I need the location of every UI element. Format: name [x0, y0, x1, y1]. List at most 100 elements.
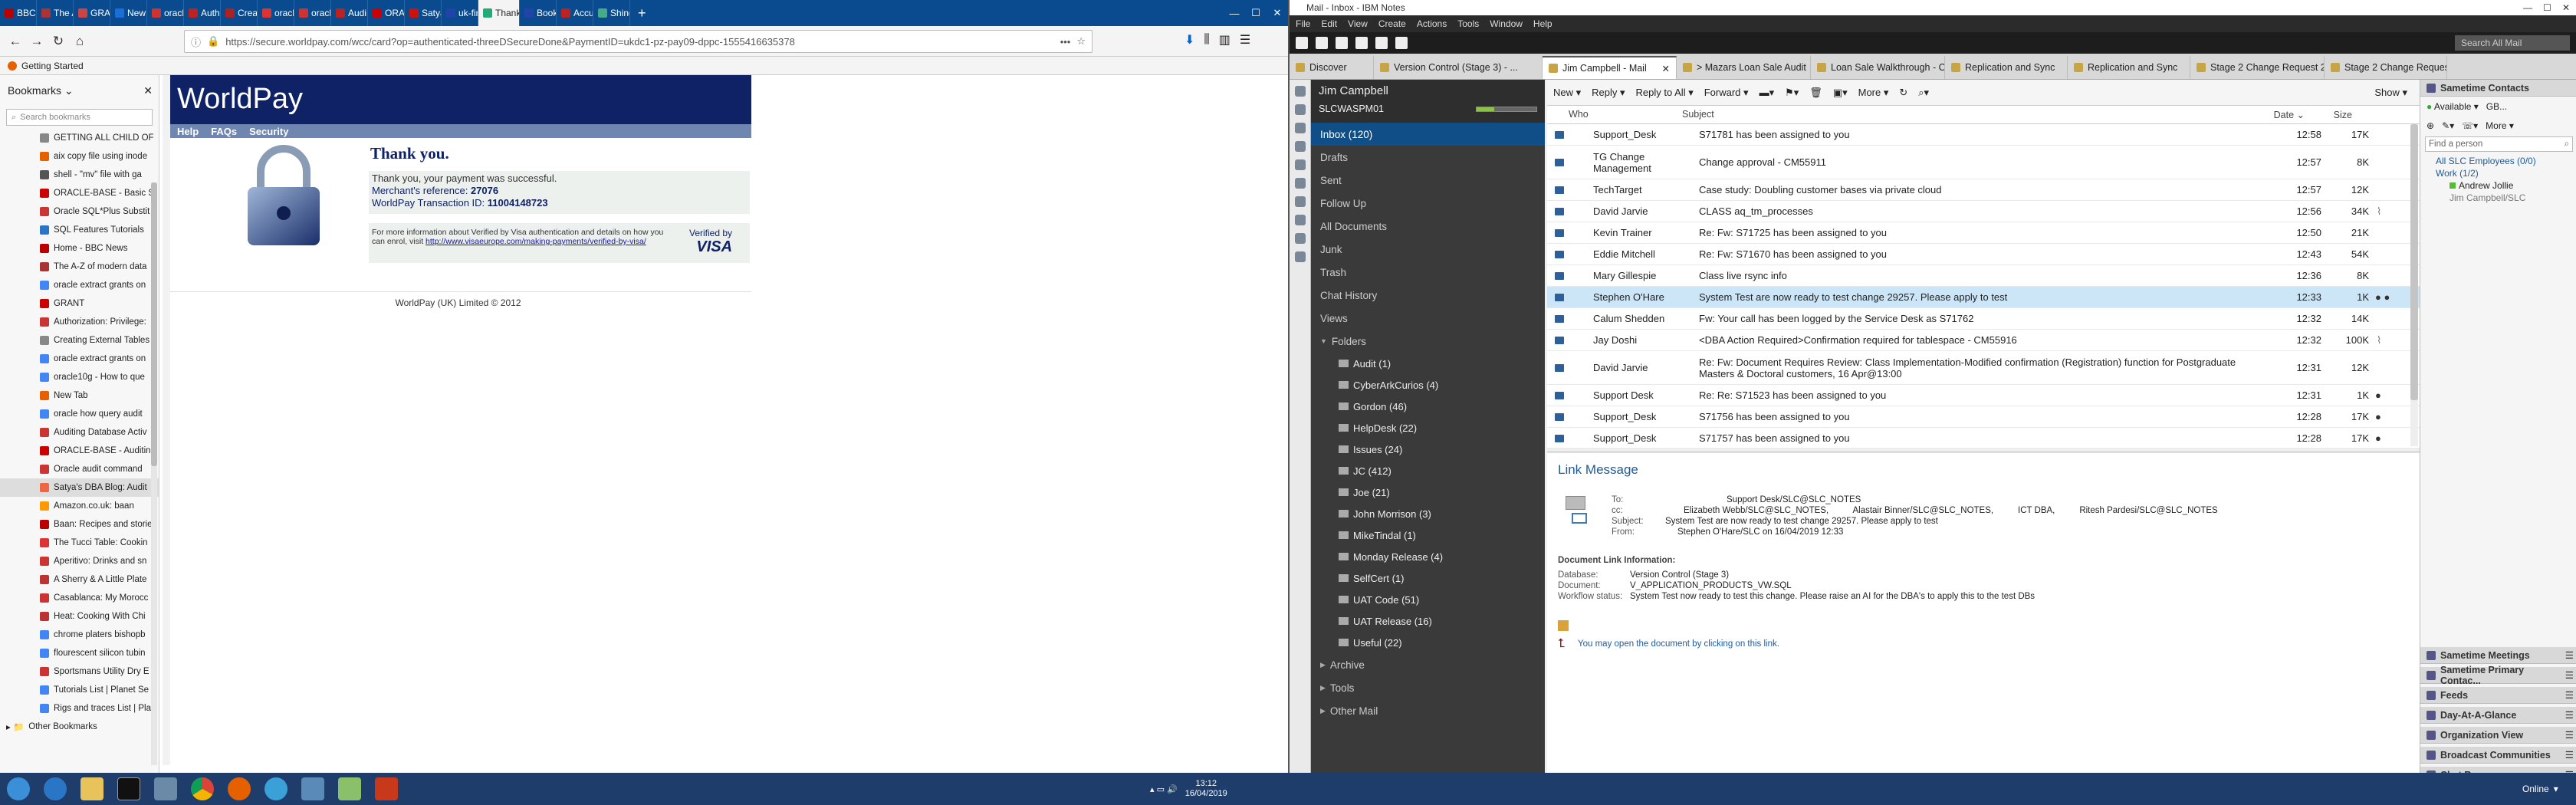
chrome-icon[interactable]: [184, 773, 221, 805]
bookmark-search-input[interactable]: ⌕ Search bookmarks: [6, 109, 153, 126]
sidebar-panel-header[interactable]: Sametime Meetings ☰: [2420, 647, 2576, 664]
notes-tab[interactable]: Discover: [1290, 56, 1374, 79]
minimize-icon[interactable]: —: [2523, 2, 2532, 13]
notes-tab[interactable]: > Mazars Loan Sale Audit: [1677, 56, 1811, 79]
bookmark-item[interactable]: The A-Z of modern data: [0, 258, 159, 276]
url-bar[interactable]: ⓘ 🔒 https://secure.worldpay.com/wcc/card…: [184, 30, 1092, 53]
bookmark-item[interactable]: oracle extract grants on: [0, 276, 159, 294]
folder-item[interactable]: Issues (24): [1311, 439, 1545, 460]
browser-tab[interactable]: GRAN✕: [74, 0, 110, 26]
browser-tab[interactable]: ORAC✕: [368, 0, 405, 26]
copy-icon[interactable]: ▣▾: [1833, 87, 1848, 99]
close-icon[interactable]: ✕: [1267, 0, 1288, 26]
folder-item[interactable]: Joe (21): [1311, 481, 1545, 503]
info-icon[interactable]: ⓘ: [191, 34, 201, 49]
expand-icon[interactable]: ▶: [1320, 661, 1326, 669]
browser-tab[interactable]: New✕: [110, 0, 147, 26]
gb-dropdown[interactable]: GB...: [2486, 101, 2507, 112]
mail-row[interactable]: David Jarvie CLASS aq_tm_processes 12:56 34…: [1547, 201, 2420, 222]
folder-item[interactable]: Gordon (46): [1311, 396, 1545, 417]
menu-actions[interactable]: Actions: [1417, 18, 1447, 29]
sidebar-panel-header[interactable]: Organization View ☰: [2420, 727, 2576, 744]
security-link[interactable]: Security: [249, 126, 288, 137]
flag-icon[interactable]: ⚑▾: [1785, 87, 1799, 99]
notes-tab[interactable]: Replication and Sync: [2068, 56, 2190, 79]
browser-tab[interactable]: Satya✕: [405, 0, 442, 26]
page-scrollbar[interactable]: [163, 75, 170, 765]
menu-tools[interactable]: Tools: [1457, 18, 1479, 29]
reply-button[interactable]: Reply ▾: [1592, 87, 1625, 99]
clock[interactable]: 13:12 16/04/2019: [1185, 779, 1227, 799]
panel-menu-icon[interactable]: ☰: [2565, 669, 2574, 681]
notes-tab[interactable]: Stage 2 Change Request 29...: [2190, 56, 2325, 79]
group-all-employees[interactable]: All SLC Employees (0/0): [2436, 155, 2576, 167]
panel-menu-icon[interactable]: ☰: [2565, 649, 2574, 661]
network-app-icon[interactable]: [147, 773, 184, 805]
forward-icon[interactable]: →: [26, 31, 48, 52]
contact-jim-campbell[interactable]: Jim Campbell/SLC: [2436, 192, 2576, 204]
notes-tab[interactable]: Version Control (Stage 3) - ...: [1374, 56, 1543, 79]
open-document-link[interactable]: You may open the document by clicking on…: [1578, 639, 1779, 649]
widgets-icon[interactable]: [1295, 233, 1306, 244]
bookmark-item[interactable]: Oracle SQL*Plus Substit: [0, 202, 159, 221]
contact-andrew-jollie[interactable]: Andrew Jollie: [2436, 179, 2576, 192]
nav-item[interactable]: Trash: [1311, 261, 1545, 284]
notes-tab[interactable]: Replication and Sync: [1945, 56, 2068, 79]
other-bookmarks-folder[interactable]: ▸ 📁 Other Bookmarks: [0, 718, 159, 736]
expand-icon[interactable]: ▶: [1320, 684, 1326, 692]
minimize-icon[interactable]: —: [1224, 0, 1245, 26]
sametime-contacts-header[interactable]: Sametime Contacts: [2420, 80, 2576, 97]
mail-scrollbar[interactable]: [2410, 124, 2418, 446]
mail-row[interactable]: TG Change Management Change approval - CM…: [1547, 146, 2420, 179]
panel-menu-icon[interactable]: ☰: [2565, 689, 2574, 701]
bookmark-item[interactable]: Oracle audit command: [0, 460, 159, 478]
bookmark-item[interactable]: Sportsmans Utility Dry E: [0, 662, 159, 681]
folder-item[interactable]: CyberArkCurios (4): [1311, 374, 1545, 396]
browser-tab[interactable]: oracle✕: [294, 0, 331, 26]
mail-row[interactable]: David Jarvie Re: Fw: Document Requires Re…: [1547, 351, 2420, 385]
bookmark-item[interactable]: Auditing Database Activ: [0, 423, 159, 442]
bookmark-item[interactable]: shell - "mv" file with ga: [0, 166, 159, 184]
bookmark-item[interactable]: Satya's DBA Blog: Audit: [0, 478, 159, 497]
browser-tab[interactable]: Book✕: [520, 0, 557, 26]
folder-item[interactable]: Useful (22): [1311, 632, 1545, 653]
call-icon[interactable]: ☏▾: [2462, 120, 2478, 131]
mail-row[interactable]: Support_Desk S71756 has been assigned to …: [1547, 406, 2420, 428]
folder-icon[interactable]: ▬▾: [1760, 87, 1775, 99]
bookmark-item[interactable]: Rigs and traces List | Pla: [0, 699, 159, 718]
menu-window[interactable]: Window: [1490, 18, 1523, 29]
notes-tab[interactable]: Loan Sale Walkthrough - C...: [1811, 56, 1945, 79]
nav-item[interactable]: ▼ Folders: [1311, 330, 1545, 353]
notepad-icon[interactable]: [331, 773, 368, 805]
calendar-icon[interactable]: [1295, 104, 1306, 115]
app-icon[interactable]: [258, 773, 294, 805]
help-link[interactable]: Help: [177, 126, 199, 137]
start-button[interactable]: [0, 773, 37, 805]
apps-icon[interactable]: [1295, 251, 1306, 262]
sidebar-panel-header[interactable]: Day-At-A-Glance ☰: [2420, 707, 2576, 724]
browser-tab[interactable]: Accu✕: [557, 0, 593, 26]
bookmark-item[interactable]: SQL Features Tutorials: [0, 221, 159, 239]
download-icon[interactable]: ⬇: [1184, 32, 1194, 48]
explorer-icon[interactable]: [74, 773, 110, 805]
mail-icon[interactable]: [1316, 37, 1328, 49]
mail-row[interactable]: Support_Desk S71781 has been assigned to …: [1547, 124, 2420, 146]
menu-view[interactable]: View: [1348, 18, 1368, 29]
tray-icons[interactable]: ▴ ▭ 🔊: [1150, 784, 1178, 794]
chat-icon[interactable]: ✎▾: [2442, 120, 2454, 131]
mail-row[interactable]: Eddie Mitchell Re: Fw: S71670 has been as…: [1547, 244, 2420, 265]
nav-item[interactable]: Views: [1311, 307, 1545, 330]
bookmark-item[interactable]: aix copy file using inode: [0, 147, 159, 166]
nav-item[interactable]: Chat History: [1311, 284, 1545, 307]
nav-item[interactable]: Drafts: [1311, 146, 1545, 169]
bookmark-item[interactable]: Tutorials List | Planet Se: [0, 681, 159, 699]
bookmark-item[interactable]: GETTING ALL CHILD OF: [0, 129, 159, 147]
bookmark-item[interactable]: Authorization: Privilege:: [0, 313, 159, 331]
nav-item[interactable]: Sent: [1311, 169, 1545, 192]
browser-tab[interactable]: uk-fin✕: [442, 0, 478, 26]
back-icon[interactable]: ←: [5, 31, 26, 52]
notebook-icon[interactable]: [1295, 159, 1306, 170]
panel-menu-icon[interactable]: ☰: [2565, 749, 2574, 761]
online-status[interactable]: Online ▾: [2522, 773, 2558, 805]
mail-row[interactable]: TechTarget Case study: Doubling customer …: [1547, 179, 2420, 201]
